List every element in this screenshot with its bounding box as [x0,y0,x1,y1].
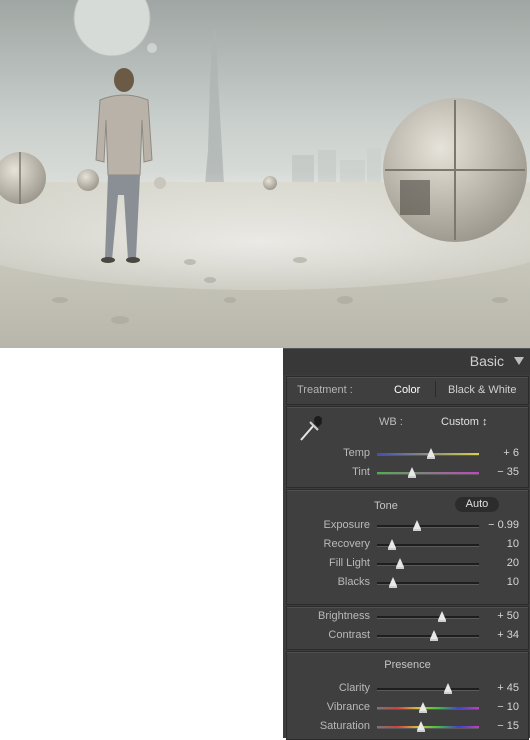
recovery-slider-thumb[interactable] [388,539,397,550]
wb-label: WB : [379,416,403,428]
wb-preset-select[interactable]: Custom ↕ [441,416,487,428]
temp-slider[interactable] [377,448,479,459]
panel-header[interactable]: Basic [283,348,530,375]
panel-title: Basic [469,353,504,369]
brightness-contrast-section: Brightness + 50 Contrast + 34 [286,606,529,650]
filllight-slider[interactable] [377,558,479,569]
white-balance-section: WB : Custom ↕ Temp + 6 Tint − 35 [286,406,529,488]
contrast-slider[interactable] [377,630,479,641]
tint-label: Tint [352,466,370,478]
brightness-slider-thumb[interactable] [438,611,447,622]
recovery-label: Recovery [323,538,370,550]
contrast-value[interactable]: + 34 [481,629,519,641]
tint-value[interactable]: − 35 [481,466,519,478]
tint-slider[interactable] [377,467,479,478]
filllight-label: Fill Light [329,557,370,569]
exposure-label: Exposure [323,519,370,531]
recovery-value[interactable]: 10 [481,538,519,550]
vibrance-value[interactable]: − 10 [481,701,519,713]
tone-section: Tone Auto Exposure − 0.99 Recovery 10 Fi… [286,489,529,605]
contrast-label: Contrast [328,629,370,641]
exposure-slider[interactable] [377,520,479,531]
blacks-slider-thumb[interactable] [389,577,398,588]
clarity-slider-thumb[interactable] [444,683,453,694]
treatment-section: Treatment : Color Black & White [286,376,529,405]
treatment-label: Treatment : [297,384,353,396]
temp-slider-thumb[interactable] [427,448,436,459]
filllight-value[interactable]: 20 [481,557,519,569]
saturation-slider-thumb[interactable] [416,721,425,732]
treatment-divider [435,381,436,397]
exposure-slider-thumb[interactable] [412,520,421,531]
treatment-color-button[interactable]: Color [394,384,420,396]
tint-slider-thumb[interactable] [407,467,416,478]
eyedropper-icon[interactable] [296,412,326,444]
saturation-label: Saturation [319,720,370,732]
clarity-label: Clarity [338,682,370,694]
saturation-slider[interactable] [377,721,479,732]
temp-value[interactable]: + 6 [481,447,519,459]
exposure-value[interactable]: − 0.99 [481,519,519,531]
saturation-value[interactable]: − 15 [481,720,519,732]
recovery-slider[interactable] [377,539,479,550]
presence-section: Presence Clarity + 45 Vibrance − 10 Satu… [286,651,529,740]
triangle-down-icon[interactable] [514,357,524,365]
tone-label: Tone [374,500,398,512]
brightness-label: Brightness [318,610,370,622]
blacks-slider[interactable] [377,577,479,588]
contrast-slider-thumb[interactable] [430,630,439,641]
basic-panel: Basic Treatment : Color Black & White WB… [283,348,530,740]
vibrance-slider[interactable] [377,702,479,713]
clarity-slider[interactable] [377,683,479,694]
brightness-value[interactable]: + 50 [481,610,519,622]
vibrance-slider-thumb[interactable] [418,702,427,713]
photo-image [0,0,530,348]
filllight-slider-thumb[interactable] [396,558,405,569]
treatment-bw-button[interactable]: Black & White [448,384,516,396]
blacks-label: Blacks [337,576,370,588]
auto-tone-button[interactable]: Auto [455,497,499,512]
blacks-value[interactable]: 10 [481,576,519,588]
brightness-slider[interactable] [377,611,479,622]
presence-label: Presence [384,659,431,671]
photo-preview [0,0,530,348]
temp-label: Temp [343,447,370,459]
clarity-value[interactable]: + 45 [481,682,519,694]
vibrance-label: Vibrance [326,701,370,713]
